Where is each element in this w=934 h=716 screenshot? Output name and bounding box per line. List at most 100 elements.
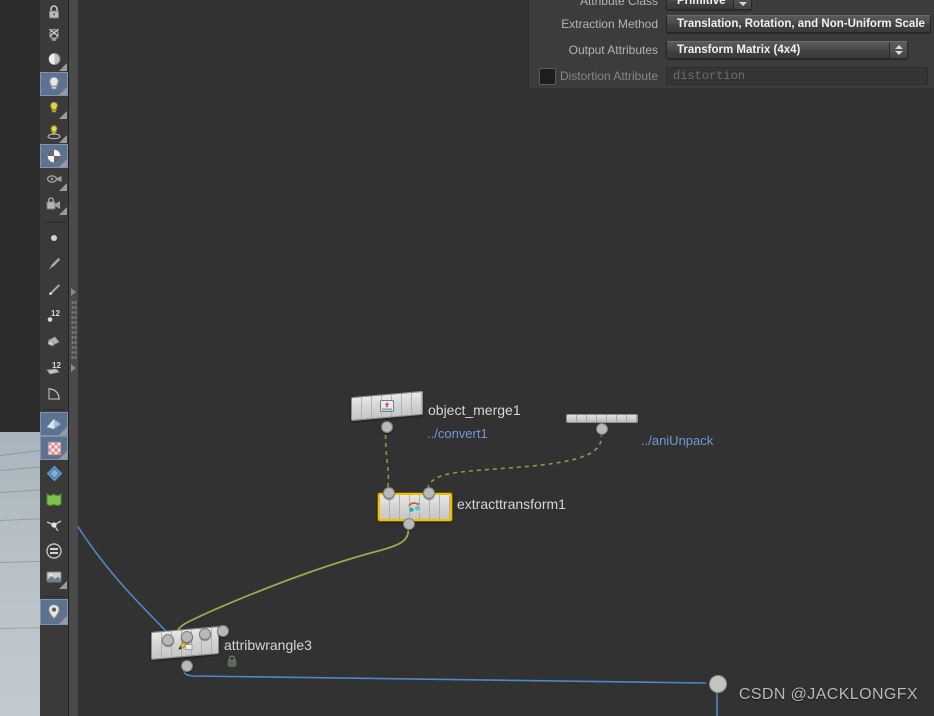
tool-bevel-icon[interactable] [40, 460, 68, 486]
node-attribwrangle3[interactable] [151, 625, 229, 672]
node-input-port-1[interactable] [181, 631, 193, 643]
node-input-port-3[interactable] [217, 625, 229, 637]
tool-light-off-icon[interactable] [40, 24, 68, 48]
node-extracttransform1[interactable] [378, 487, 452, 530]
tool-texture-uv-icon[interactable] [40, 436, 68, 460]
node-output-port[interactable] [403, 518, 415, 530]
flyout-arrow-icon[interactable] [59, 207, 67, 215]
param-row-distortion-attribute[interactable]: Distortion Attribute distortion [529, 66, 934, 86]
flyout-arrow-icon[interactable] [59, 135, 67, 143]
spinner-down-icon[interactable] [738, 2, 747, 6]
attribute-class-menu[interactable]: Primitive [666, 0, 752, 10]
flyout-arrow-icon[interactable] [59, 159, 67, 167]
splitter-grip[interactable] [71, 300, 77, 360]
tool-ambient-light-icon[interactable] [40, 48, 68, 72]
light-off-icon [49, 28, 59, 41]
flyout-arrow-icon[interactable] [59, 111, 67, 119]
distortion-attribute-checkbox[interactable] [539, 68, 556, 85]
tool-camera-icon[interactable] [40, 168, 68, 192]
extraction-method-value: Translation, Rotation, and Non-Uniform S… [677, 18, 925, 30]
wire-aniunpack-to-extracttransform [427, 432, 603, 488]
node-name-label[interactable]: extracttransform1 [457, 496, 566, 512]
node-output-port[interactable] [596, 423, 608, 435]
param-label: Output Attributes [568, 43, 658, 57]
joint-icon [46, 520, 62, 532]
extraction-method-menu[interactable]: Translation, Rotation, and Non-Uniform S… [666, 15, 931, 33]
output-attributes-spinner[interactable] [889, 42, 907, 58]
point-icon [51, 235, 57, 241]
node-wires [78, 426, 718, 716]
viewport-3d[interactable] [0, 0, 40, 716]
attribute-class-value: Primitive [677, 0, 726, 7]
tool-lock-icon[interactable] [40, 0, 68, 24]
node-input-port-2[interactable] [199, 628, 211, 640]
svg-text:12: 12 [52, 361, 61, 370]
tool-paint-bucket-icon[interactable] [40, 329, 68, 355]
viewport-ground-plane [0, 432, 40, 716]
tool-prim-number-icon[interactable]: 12 [40, 355, 68, 381]
network-editor[interactable]: ../aniUnpack object_merge1 ../convert1 e… [78, 0, 934, 716]
splitter-collapse-up-icon[interactable] [71, 288, 76, 296]
tool-spot-light-icon[interactable] [40, 96, 68, 120]
flyout-arrow-icon[interactable] [59, 451, 67, 459]
param-row-extraction-method[interactable]: Extraction Method Translation, Rotation,… [529, 14, 934, 34]
tool-pen-icon[interactable] [40, 277, 68, 303]
node-name-label[interactable]: object_merge1 [428, 402, 521, 418]
wire-extracttransform-to-attribwrangle [175, 523, 410, 637]
flyout-arrow-icon[interactable] [59, 616, 67, 624]
wire-object-merge-to-extracttransform [384, 426, 390, 488]
wire-dot[interactable] [709, 675, 727, 693]
node-input-port-0[interactable] [162, 634, 174, 646]
flyout-arrow-icon[interactable] [59, 581, 67, 589]
param-row-output-attributes[interactable]: Output Attributes Transform Matrix (4x4) [529, 40, 934, 60]
node-lock-icon[interactable] [226, 655, 238, 673]
node-body[interactable] [566, 414, 638, 423]
pen-icon [49, 284, 61, 295]
tool-cloth-icon[interactable] [40, 486, 68, 512]
tool-polygon-icon[interactable] [40, 412, 68, 436]
tool-image-plane-icon[interactable] [40, 564, 68, 590]
prim-number-icon: 12 [46, 361, 61, 375]
watermark: CSDN @JACKLONGFX [738, 686, 918, 703]
tool-stack-icon[interactable] [40, 538, 68, 564]
tool-environment-light-icon[interactable] [40, 144, 68, 168]
distortion-attribute-field[interactable]: distortion [666, 67, 928, 85]
svg-text:12: 12 [51, 309, 60, 318]
distortion-attribute-placeholder: distortion [673, 69, 746, 83]
tool-curve-icon[interactable] [40, 381, 68, 407]
param-row-attribute-class[interactable]: Attribute Class Primitive [529, 0, 934, 11]
node-output-port[interactable] [181, 660, 193, 672]
tool-point-number-icon[interactable]: 12 [40, 303, 68, 329]
tool-point-icon[interactable] [40, 225, 68, 251]
splitter-collapse-down-icon[interactable] [71, 364, 76, 372]
node-name-label[interactable]: attribwrangle3 [224, 637, 312, 653]
lock-icon [49, 5, 59, 19]
tool-marker-pin-icon[interactable] [40, 599, 68, 625]
left-tool-shelf[interactable]: 12 12 [40, 0, 69, 716]
node-path-label[interactable]: ../convert1 [427, 426, 488, 441]
node-stripes [567, 415, 637, 422]
flyout-arrow-icon[interactable] [59, 87, 67, 95]
spinner-up-icon[interactable] [894, 45, 903, 49]
toolbar-separator [43, 596, 65, 597]
node-output-port[interactable] [381, 421, 393, 433]
node-path-label[interactable]: ../aniUnpack [641, 433, 713, 448]
tool-area-light-icon[interactable] [40, 120, 68, 144]
param-label: Extraction Method [561, 17, 658, 31]
brush-icon [48, 257, 61, 270]
node-object-merge1[interactable] [351, 390, 423, 433]
flyout-arrow-icon[interactable] [59, 427, 67, 435]
node-input-port-0[interactable] [383, 487, 395, 499]
tool-point-light-icon[interactable] [40, 72, 68, 96]
output-attributes-menu[interactable]: Transform Matrix (4x4) [666, 41, 908, 59]
wire-attribwrangle-to-dot [183, 664, 707, 684]
tool-brush-icon[interactable] [40, 251, 68, 277]
tool-joint-icon[interactable] [40, 512, 68, 538]
node-body[interactable] [351, 390, 423, 422]
spinner-down-icon[interactable] [894, 51, 903, 55]
tool-stereo-camera-icon[interactable] [40, 192, 68, 216]
attribute-class-spinner[interactable] [733, 0, 751, 9]
flyout-arrow-icon[interactable] [59, 63, 67, 71]
flyout-arrow-icon[interactable] [59, 183, 67, 191]
parameter-panel[interactable]: Attribute Class Primitive Extraction Met… [528, 0, 934, 88]
